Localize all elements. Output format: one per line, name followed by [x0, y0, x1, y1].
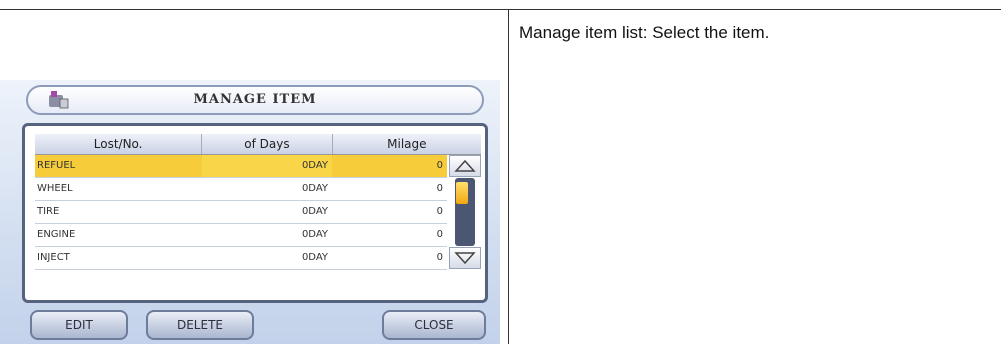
- list-item-tire[interactable]: TIRE 0DAY 0: [35, 201, 447, 224]
- column-header-of-days: of Days: [202, 134, 333, 154]
- triangle-up-icon: [454, 159, 476, 172]
- table-top-border: [0, 9, 1001, 10]
- item-rows: REFUEL 0DAY 0 WHEEL 0DAY 0 TIRE 0DAY 0 E…: [35, 155, 447, 270]
- title-bar: MANAGE ITEM: [26, 85, 484, 115]
- item-name: INJECT: [37, 252, 70, 263]
- instruction-text: Manage item list: Select the item.: [519, 23, 770, 42]
- item-days: 0DAY: [301, 252, 328, 263]
- list-item-inject[interactable]: INJECT 0DAY 0: [35, 247, 447, 270]
- item-milage: 0: [436, 229, 443, 240]
- item-days: 0DAY: [301, 206, 328, 217]
- triangle-down-icon: [454, 252, 476, 265]
- table-column-divider: [508, 10, 509, 344]
- item-name: REFUEL: [37, 160, 76, 171]
- list-item-refuel[interactable]: REFUEL 0DAY 0: [35, 155, 447, 178]
- edit-button[interactable]: EDIT: [30, 310, 128, 340]
- item-milage: 0: [436, 183, 443, 194]
- item-name: WHEEL: [37, 183, 73, 194]
- item-days: 0DAY: [202, 155, 332, 177]
- list-item-wheel[interactable]: WHEEL 0DAY 0: [35, 178, 447, 201]
- scroll-down-button[interactable]: [449, 247, 481, 269]
- list-header: Lost/No. of Days Milage: [35, 134, 481, 155]
- item-days: 0DAY: [301, 183, 328, 194]
- close-button[interactable]: CLOSE: [382, 310, 486, 340]
- list-item-engine[interactable]: ENGINE 0DAY 0: [35, 224, 447, 247]
- item-name: TIRE: [37, 206, 60, 217]
- instruction-table: Manage item list: Select the item. MANAG…: [0, 0, 1001, 344]
- scrollbar-track[interactable]: [455, 178, 475, 246]
- item-days: 0DAY: [301, 229, 328, 240]
- screen-title: MANAGE ITEM: [193, 92, 317, 107]
- manage-item-screen: MANAGE ITEM Lost/No. of Days Milage REFU…: [0, 80, 500, 344]
- delete-button[interactable]: DELETE: [146, 310, 254, 340]
- item-list-frame: Lost/No. of Days Milage REFUEL 0DAY 0 WH…: [22, 123, 488, 303]
- item-milage: 0: [436, 206, 443, 217]
- scroll-up-button[interactable]: [449, 155, 481, 177]
- item-milage: 0: [436, 160, 443, 171]
- item-milage: 0: [436, 252, 443, 263]
- item-name: ENGINE: [37, 229, 76, 240]
- column-header-milage: Milage: [387, 137, 427, 151]
- column-header-lost-no: Lost/No.: [35, 134, 203, 154]
- scrollbar-thumb[interactable]: [456, 182, 468, 204]
